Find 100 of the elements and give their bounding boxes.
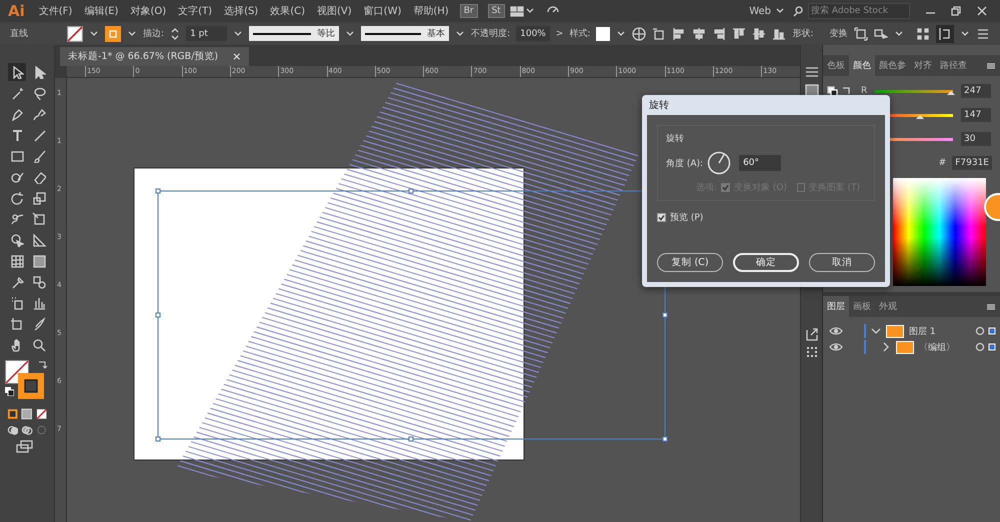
stroke-profile-dropdown[interactable]: 等比: [249, 26, 340, 41]
channel-value-field[interactable]: 147: [961, 108, 991, 122]
document-tab[interactable]: 未标题-1* @ 66.67% (RGB/预览) ×: [60, 47, 250, 66]
channel-value-field[interactable]: 247: [961, 84, 991, 98]
app-logo: Ai: [7, 2, 26, 20]
search-icon: [793, 5, 805, 17]
channel-label: R: [861, 86, 868, 96]
selection-square-icon[interactable]: [988, 327, 996, 335]
selection-bounding-box[interactable]: [156, 188, 668, 442]
checkbox[interactable]: [657, 213, 666, 222]
menu-item[interactable]: 编辑(E): [78, 4, 124, 18]
panel-tab[interactable]: 外观: [875, 296, 901, 317]
layer-name[interactable]: 图层 1: [909, 324, 936, 338]
menu-item[interactable]: 视图(V): [311, 4, 358, 18]
restore-icon[interactable]: [950, 5, 962, 17]
panel-menu-icon[interactable]: [804, 65, 818, 79]
stroke-weight-field[interactable]: 1 pt: [186, 26, 228, 41]
target-circle-icon[interactable]: [975, 326, 985, 336]
list-menu-icon[interactable]: [976, 26, 990, 40]
visibility-eye-icon[interactable]: [829, 341, 843, 353]
style-swatch[interactable]: [596, 26, 610, 40]
grid-dots-icon[interactable]: [916, 26, 930, 40]
dialog-button[interactable]: 取消: [809, 253, 875, 272]
align-left-icon[interactable]: [672, 26, 686, 40]
menu-item[interactable]: 窗口(W): [358, 4, 408, 18]
workspace-switcher[interactable]: Web: [749, 6, 771, 16]
layer-name[interactable]: 〈编组〉: [919, 340, 955, 354]
collapsed-caret-icon[interactable]: [881, 342, 891, 352]
panel-tab[interactable]: 颜色参: [875, 55, 910, 76]
align-center-icon[interactable]: [692, 26, 706, 40]
channel-value-field[interactable]: 30: [961, 132, 991, 146]
search-field[interactable]: 搜索 Adobe Stock: [808, 3, 910, 19]
document-title: 未标题-1* @ 66.67% (RGB/预览): [68, 50, 218, 63]
brush-dropdown[interactable]: 基本: [361, 26, 450, 41]
style-label: 样式:: [569, 28, 590, 40]
menu-item[interactable]: 效果(C): [264, 4, 312, 18]
globe-icon[interactable]: [632, 26, 646, 40]
layer-thumbnail: [886, 324, 904, 338]
menu-item[interactable]: 对象(O): [124, 4, 172, 18]
target-circle-icon[interactable]: [975, 342, 985, 352]
gradient-mode-icon[interactable]: [21, 408, 33, 420]
panel-tab[interactable]: 颜色: [849, 55, 875, 76]
hex-value-field[interactable]: F7931E: [952, 156, 992, 170]
opacity-more-arrow[interactable]: >: [556, 28, 564, 38]
menu-item[interactable]: 选择(S): [218, 4, 264, 18]
color-mode-icon[interactable]: [7, 408, 18, 420]
menu-item[interactable]: 文件(F): [32, 4, 78, 18]
transform-link[interactable]: 变换: [830, 27, 848, 40]
preview-label[interactable]: 预览 (P): [670, 211, 704, 224]
close-icon[interactable]: [976, 5, 988, 17]
dialog-title: 旋转: [649, 98, 669, 112]
export-icon[interactable]: [804, 327, 818, 341]
none-mode-icon[interactable]: [36, 408, 47, 420]
opacity-field[interactable]: 100%: [516, 26, 550, 41]
angle-label: 角度 (A):: [666, 158, 704, 170]
angle-input-field[interactable]: 60°: [739, 155, 782, 171]
shape-label: 形状:: [792, 28, 814, 40]
bounding-box-icon[interactable]: [854, 26, 868, 40]
panel-menu-icon[interactable]: [986, 60, 996, 70]
close-tab-button[interactable]: ×: [232, 50, 242, 63]
align-right-icon[interactable]: [712, 26, 726, 40]
dialog-button[interactable]: 复制 (C): [657, 253, 723, 272]
align-top-icon[interactable]: [732, 26, 746, 40]
panel-tab[interactable]: 路径查: [936, 55, 971, 76]
isolate-icon[interactable]: [874, 26, 888, 40]
screen-mode-icon[interactable]: [16, 440, 34, 454]
panel-tab[interactable]: 画板: [849, 296, 875, 317]
menu-item[interactable]: 帮助(H): [407, 4, 455, 18]
panel-tab[interactable]: 图层: [823, 296, 849, 317]
expanded-caret-icon[interactable]: [871, 326, 881, 336]
color-spectrum[interactable]: [893, 178, 986, 286]
bridge-button[interactable]: Br: [460, 4, 478, 18]
swap-arrow-icon[interactable]: [38, 360, 48, 370]
angle-dial-icon[interactable]: [707, 151, 732, 175]
align-bottom-icon[interactable]: [772, 26, 786, 40]
stroke-swatch-icon[interactable]: [18, 373, 44, 399]
stock-button[interactable]: St: [488, 4, 505, 18]
draw-behind-icon[interactable]: [21, 424, 33, 436]
align-middle-icon[interactable]: [752, 26, 766, 40]
default-colors-icon[interactable]: [5, 387, 14, 396]
stroke-swatch-icon[interactable]: [105, 26, 122, 42]
draw-normal-icon[interactable]: [7, 424, 18, 436]
transform-grid-icon[interactable]: [804, 346, 818, 360]
align-to-icon[interactable]: [652, 26, 666, 40]
spinner-icon[interactable]: [170, 26, 180, 40]
panel-tab[interactable]: 对齐: [910, 55, 936, 76]
selection-square-icon[interactable]: [988, 343, 996, 351]
panel-menu-icon[interactable]: [986, 302, 996, 312]
layout-grid-icon[interactable]: [510, 4, 524, 18]
group-label: 旋转: [666, 132, 685, 145]
hex-label: #: [938, 158, 946, 168]
layer-thumbnail: [896, 340, 914, 354]
stroke-label: 描边:: [143, 28, 164, 40]
no-fill-swatch-icon[interactable]: [67, 26, 84, 42]
arrange-icon[interactable]: [938, 26, 952, 40]
visibility-eye-icon[interactable]: [829, 325, 843, 337]
panel-tab[interactable]: 色板: [823, 55, 849, 76]
opacity-label: 不透明度:: [471, 28, 510, 40]
ok-button[interactable]: 确定: [733, 253, 799, 272]
menu-item[interactable]: 文字(T): [172, 4, 218, 18]
